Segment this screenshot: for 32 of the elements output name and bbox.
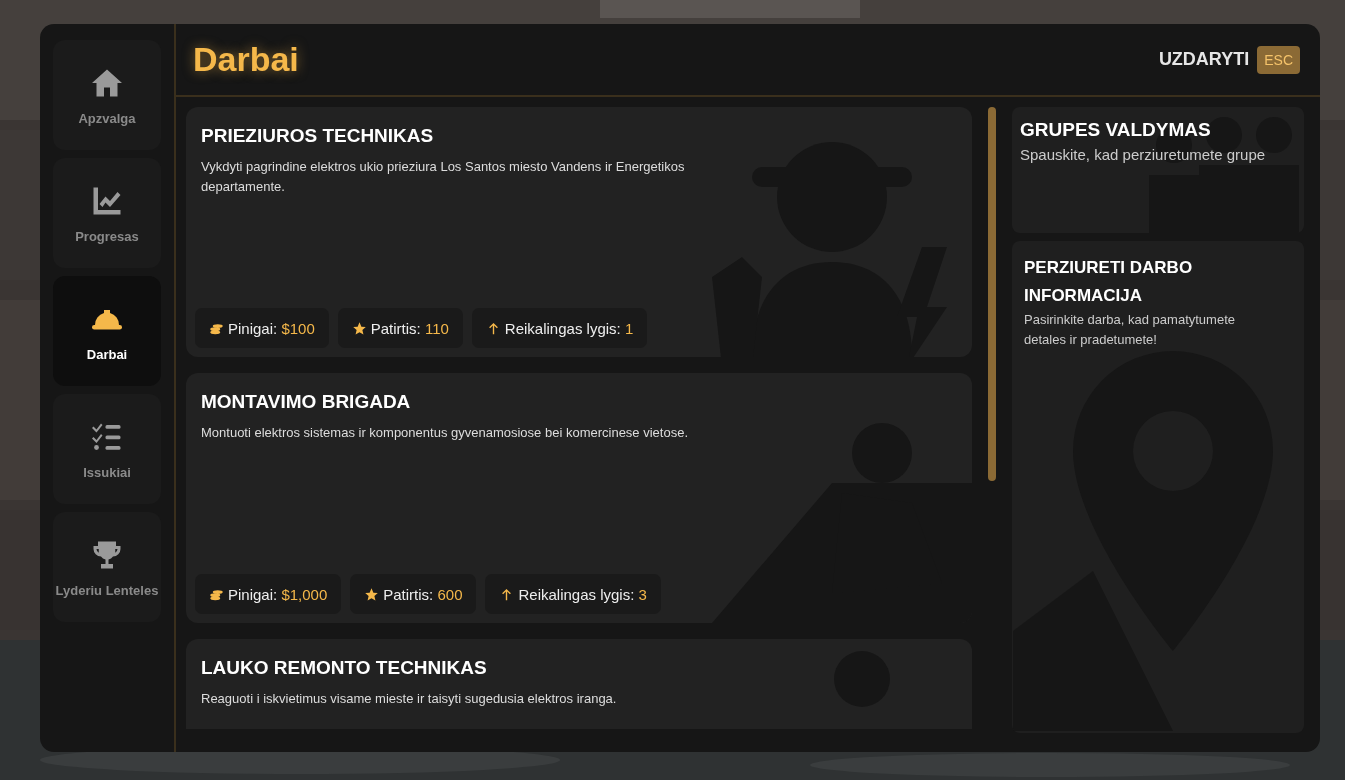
card-text: Pasirinkite darba, kad pamatytumete detales ir pradetumete! bbox=[1024, 311, 1236, 349]
job-card[interactable]: PRIEZIUROS TECHNIKAS Vykdyti pagrindine elektros ukio prieziura Los Santos miesto Vandens ir Energetikos departamente. Pinigai: $100 Patirtis: 110 Reikalingas lygis: 1 bbox=[186, 107, 972, 357]
info-card[interactable]: PERZIURETI DARBO INFORMACIJA Pasirinkite darba, kad pamatytumete detales ir pradetumete! bbox=[1012, 241, 1304, 733]
job-title: LAUKO REMONTO TECHNIKAS bbox=[201, 657, 488, 679]
star-icon bbox=[364, 586, 380, 602]
info-card[interactable]: GRUPES VALDYMAS Spauskite, kad perziuretumete grupe bbox=[1012, 107, 1304, 233]
nav-item[interactable]: Lyderiu Lenteles bbox=[53, 512, 161, 622]
job-title: PRIEZIUROS TECHNIKAS bbox=[201, 125, 435, 147]
job-description: Montuoti elektros sistemas ir komponentus gyvenamosiose bei komercinese vietose. bbox=[201, 424, 689, 442]
stat-text: Pinigai: $100 bbox=[228, 319, 315, 337]
job-description: Reaguoti i iskvietimus visame mieste ir taisyti sugedusia elektros iranga. bbox=[201, 690, 618, 708]
nav-item[interactable]: Darbai bbox=[53, 276, 161, 386]
close-button[interactable]: UZDARYTI ESC bbox=[1158, 45, 1300, 74]
job-card[interactable]: LAUKO REMONTO TECHNIKAS Reaguoti i iskvietimus visame mieste ir taisyti sugedusia elektros iranga. bbox=[186, 639, 972, 729]
star-icon bbox=[351, 320, 367, 336]
job-title: MONTAVIMO BRIGADA bbox=[201, 391, 412, 413]
stat-text: Reikalingas lygis: 1 bbox=[504, 319, 634, 337]
key-hint: ESC bbox=[1257, 45, 1300, 74]
nav-item[interactable]: Issukiai bbox=[53, 394, 161, 504]
page-title: Darbai bbox=[193, 40, 299, 79]
stat-text: Reikalingas lygis: 3 bbox=[518, 585, 647, 603]
stat-text: Patirtis: 110 bbox=[370, 319, 449, 337]
scrollbar-thumb[interactable] bbox=[988, 107, 996, 481]
card-title: PERZIURETI DARBO INFORMACIJA bbox=[1024, 257, 1194, 307]
stat-text: Pinigai: $1,000 bbox=[228, 585, 328, 603]
card-title: GRUPES VALDYMAS bbox=[1020, 118, 1212, 142]
nav-item[interactable]: Progresas bbox=[53, 158, 161, 268]
job-card[interactable]: MONTAVIMO BRIGADA Montuoti elektros sistemas ir komponentus gyvenamosiose bei komercinese vietose. Pinigai: $1,000 Patirtis: 600 Reikalingas lygis: 3 bbox=[186, 373, 972, 623]
nav-item[interactable]: Apzvalga bbox=[53, 40, 161, 150]
card-text: Spauskite, kad perziuretumete grupe bbox=[1020, 145, 1267, 165]
stat-text: Patirtis: 600 bbox=[383, 585, 463, 603]
job-description: Vykdyti pagrindine elektros ukio prieziura Los Santos miesto Vandens ir Energetikos departamente. bbox=[201, 158, 686, 196]
